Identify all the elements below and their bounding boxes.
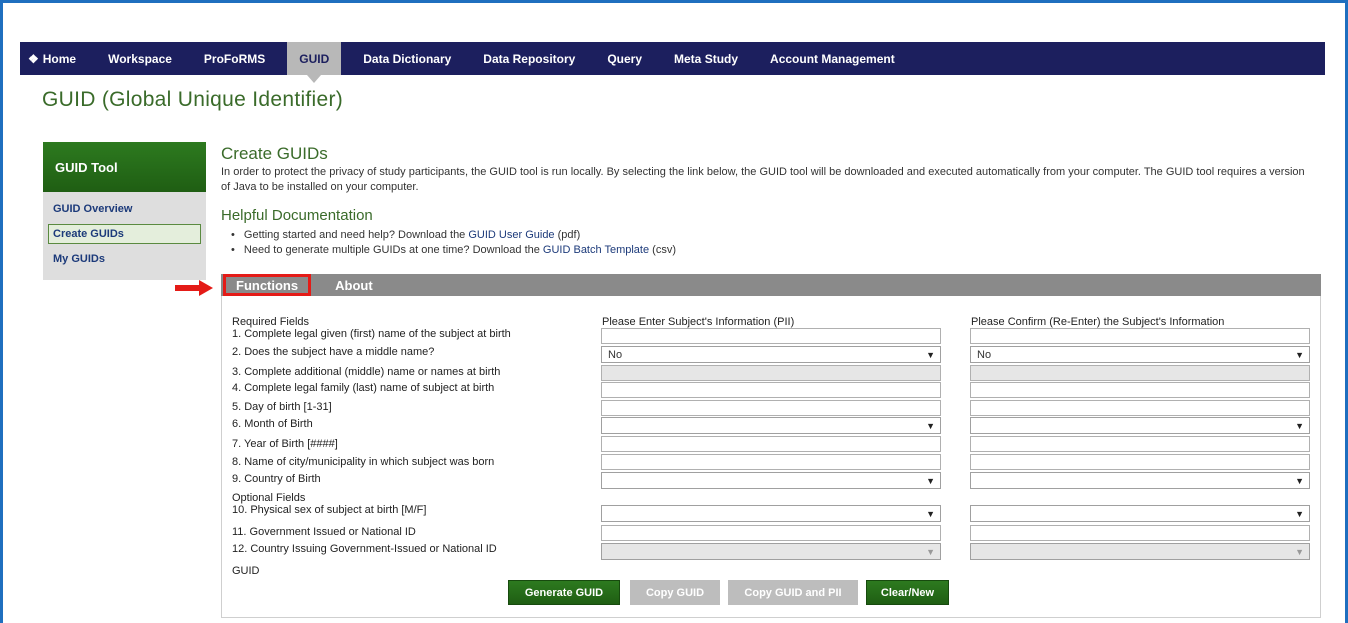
chevron-down-icon: ▼	[926, 420, 935, 431]
tab-functions[interactable]: Functions	[223, 274, 312, 296]
col2-header: Please Confirm (Re-Enter) the Subject's …	[971, 316, 1225, 328]
sex-confirm-select[interactable]: ▼	[970, 505, 1310, 522]
middle-name-input	[601, 365, 941, 381]
id-country-select: ▼	[601, 543, 941, 560]
chevron-down-icon: ▼	[926, 508, 935, 519]
field-label-12: 12. Country Issuing Government-Issued or…	[232, 543, 497, 555]
city-of-birth-input[interactable]	[601, 454, 941, 470]
country-of-birth-confirm-select[interactable]: ▼	[970, 472, 1310, 489]
sidebar-title: GUID Tool	[43, 142, 206, 192]
nav-meta-study[interactable]: Meta Study	[658, 42, 754, 75]
field-label-10: 10. Physical sex of subject at birth [M/…	[232, 504, 427, 516]
city-of-birth-confirm-input[interactable]	[970, 454, 1310, 470]
field-label-7: 7. Year of Birth [####]	[232, 438, 338, 450]
copy-guid-pii-button[interactable]: Copy GUID and PII	[728, 580, 858, 605]
nav-data-repository[interactable]: Data Repository	[467, 42, 591, 75]
page-title: GUID (Global Unique Identifier)	[42, 88, 344, 111]
doc-item-user-guide: Getting started and need help? Download …	[231, 228, 1321, 243]
home-icon: ❖	[28, 51, 39, 66]
chevron-down-icon: ▼	[926, 349, 935, 360]
middle-name-confirm-value: No	[977, 348, 992, 361]
guid-label: GUID	[232, 565, 260, 577]
middle-name-confirm-input	[970, 365, 1310, 381]
doc-list: Getting started and need help? Download …	[231, 228, 1321, 258]
doc2-suffix: (csv)	[649, 244, 676, 256]
nav-data-dictionary[interactable]: Data Dictionary	[347, 42, 467, 75]
field-label-6: 6. Month of Birth	[232, 418, 313, 430]
country-of-birth-select[interactable]: ▼	[601, 472, 941, 489]
month-of-birth-select[interactable]: ▼	[601, 417, 941, 434]
sidebar-item-create-guids[interactable]: Create GUIDs	[48, 224, 201, 244]
intro-text: In order to protect the privacy of study…	[221, 166, 1305, 193]
nav-guid[interactable]: GUID	[287, 42, 342, 83]
national-id-input[interactable]	[601, 525, 941, 541]
red-arrow-icon	[175, 280, 213, 296]
optional-fields-label: Optional Fields	[232, 492, 306, 504]
nav-account-management[interactable]: Account Management	[754, 42, 911, 75]
middle-name-confirm-select[interactable]: No ▼	[970, 346, 1310, 363]
section-heading-help: Helpful Documentation	[221, 207, 373, 224]
doc-item-batch-template: Need to generate multiple GUIDs at one t…	[231, 243, 1321, 258]
year-of-birth-confirm-input[interactable]	[970, 436, 1310, 452]
middle-name-select[interactable]: No ▼	[601, 346, 941, 363]
id-country-confirm-select: ▼	[970, 543, 1310, 560]
field-label-11: 11. Government Issued or National ID	[232, 526, 416, 538]
top-nav: ❖ Home Workspace ProFoRMS GUID Data Dict…	[20, 42, 1325, 83]
batch-template-link[interactable]: GUID Batch Template	[543, 244, 649, 256]
sidebar-item-my-guids[interactable]: My GUIDs	[43, 248, 206, 270]
required-fields-label: Required Fields	[232, 316, 310, 328]
month-of-birth-confirm-select[interactable]: ▼	[970, 417, 1310, 434]
sidebar-item-guid-overview[interactable]: GUID Overview	[43, 198, 206, 220]
field-label-9: 9. Country of Birth	[232, 473, 321, 485]
tab-bar: Functions About	[221, 274, 1321, 296]
day-of-birth-input[interactable]	[601, 400, 941, 416]
section-heading-create: Create GUIDs	[221, 144, 328, 163]
clear-new-button[interactable]: Clear/New	[866, 580, 949, 605]
chevron-down-icon: ▼	[1295, 349, 1304, 360]
last-name-confirm-input[interactable]	[970, 382, 1310, 398]
doc2-prefix: Need to generate multiple GUIDs at one t…	[243, 244, 543, 256]
sidebar: GUID Tool GUID Overview Create GUIDs My …	[43, 142, 206, 280]
field-label-4: 4. Complete legal family (last) name of …	[232, 382, 495, 394]
user-guide-link[interactable]: GUID User Guide	[468, 229, 554, 241]
generate-guid-button[interactable]: Generate GUID	[508, 580, 620, 605]
chevron-down-icon: ▼	[926, 475, 935, 486]
day-of-birth-confirm-input[interactable]	[970, 400, 1310, 416]
nav-home[interactable]: ❖ Home	[20, 42, 92, 75]
doc1-prefix: Getting started and need help? Download …	[243, 229, 469, 241]
year-of-birth-input[interactable]	[601, 436, 941, 452]
national-id-confirm-input[interactable]	[970, 525, 1310, 541]
nav-home-label: Home	[42, 51, 77, 66]
chevron-down-icon: ▼	[1295, 508, 1304, 519]
middle-name-select-value: No	[608, 348, 623, 361]
first-name-input[interactable]	[601, 328, 941, 344]
chevron-down-icon: ▼	[1295, 475, 1304, 486]
field-label-8: 8. Name of city/municipality in which su…	[232, 456, 495, 468]
main-content: Create GUIDs In order to protect the pri…	[221, 144, 1321, 258]
field-label-3: 3. Complete additional (middle) name or …	[232, 366, 501, 378]
sex-select[interactable]: ▼	[601, 505, 941, 522]
doc1-suffix: (pdf)	[554, 229, 581, 241]
col1-header: Please Enter Subject's Information (PII)	[602, 316, 795, 328]
tab-about[interactable]: About	[325, 274, 383, 296]
chevron-down-icon: ▼	[926, 546, 935, 557]
chevron-down-icon: ▼	[1295, 546, 1304, 557]
nav-query[interactable]: Query	[591, 42, 658, 75]
field-label-1: 1. Complete legal given (first) name of …	[232, 328, 511, 340]
first-name-confirm-input[interactable]	[970, 328, 1310, 344]
last-name-input[interactable]	[601, 382, 941, 398]
field-label-5: 5. Day of birth [1-31]	[232, 401, 332, 413]
nav-proforms[interactable]: ProFoRMS	[188, 42, 281, 75]
nav-workspace[interactable]: Workspace	[92, 42, 188, 75]
field-label-2: 2. Does the subject have a middle name?	[232, 346, 435, 358]
chevron-down-icon: ▼	[1295, 420, 1304, 431]
copy-guid-button[interactable]: Copy GUID	[630, 580, 720, 605]
